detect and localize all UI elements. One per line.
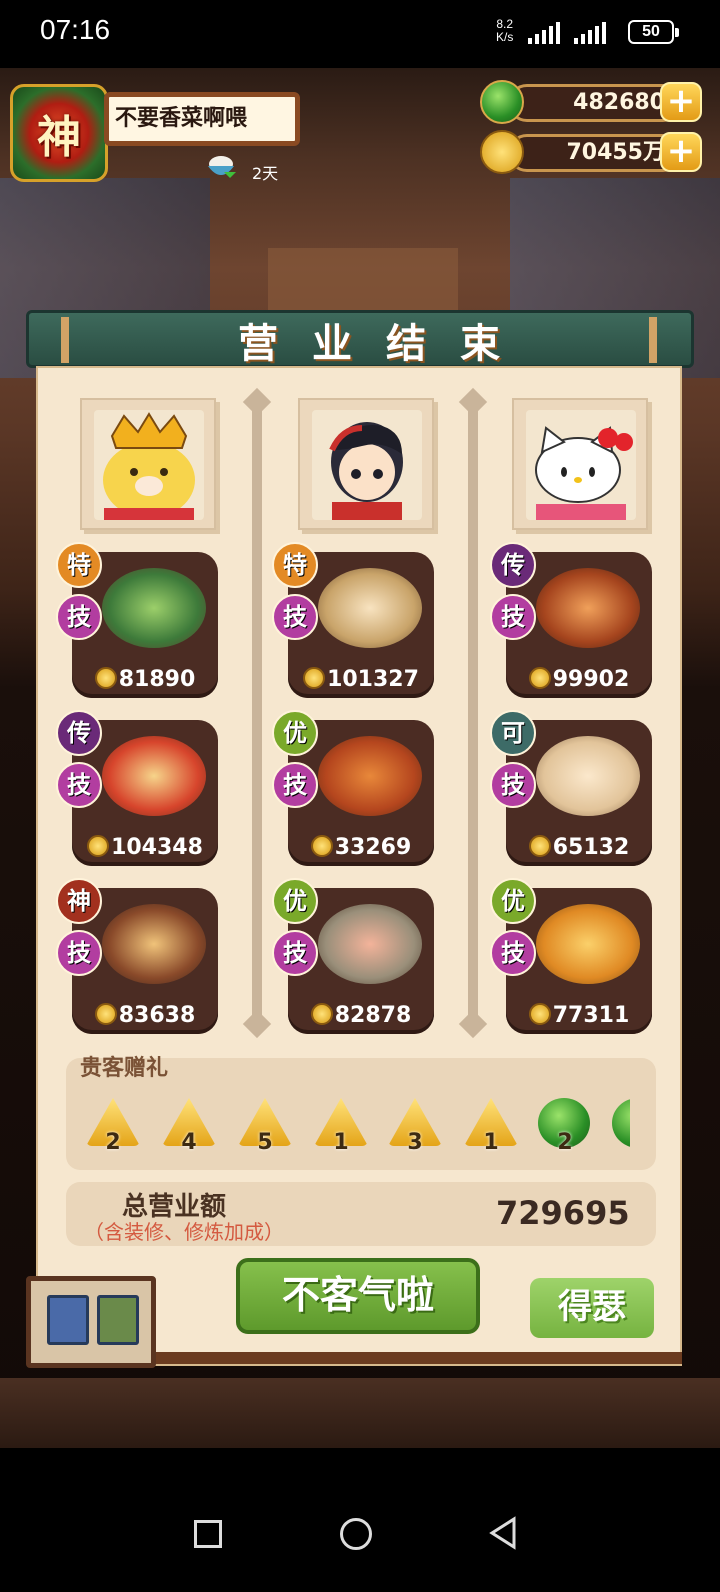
grade-badge: 优 bbox=[272, 710, 318, 756]
coin-icon bbox=[310, 1003, 333, 1025]
coin-balance: 70455万 bbox=[508, 134, 682, 172]
dish-icon bbox=[318, 736, 422, 816]
title-char-1: 营 bbox=[216, 300, 300, 380]
back-icon[interactable] bbox=[488, 1516, 518, 1550]
skill-badge: 技 bbox=[272, 762, 318, 808]
boy-chef-icon bbox=[312, 410, 422, 520]
gift-item[interactable]: 5 bbox=[236, 1098, 294, 1155]
days-counter: 2天 bbox=[252, 164, 279, 183]
dish-icon bbox=[318, 568, 422, 648]
coin-icon bbox=[528, 1003, 551, 1025]
total-value: 729695 bbox=[496, 1194, 630, 1232]
gift-item[interactable]: 3 bbox=[386, 1098, 444, 1155]
avatar-char: 神 bbox=[37, 112, 81, 163]
net-speed: 8.2 K/s bbox=[496, 18, 513, 44]
add-coin-button[interactable]: + bbox=[660, 132, 702, 172]
guest-portrait-2[interactable] bbox=[298, 398, 434, 530]
photo-frame-icon[interactable] bbox=[97, 1295, 139, 1345]
column-divider bbox=[252, 402, 262, 1024]
skill-badge: 技 bbox=[272, 594, 318, 640]
dish-price: 82878 bbox=[288, 1003, 434, 1028]
jade-icon bbox=[612, 1098, 630, 1148]
title-char-4: 束 bbox=[438, 300, 522, 380]
dish-icon bbox=[536, 568, 640, 648]
recents-button[interactable] bbox=[194, 1520, 222, 1548]
grade-badge: 传 bbox=[490, 542, 536, 588]
floor bbox=[0, 1378, 720, 1448]
grade-badge: 神 bbox=[56, 878, 102, 924]
dish-price: 33269 bbox=[288, 835, 434, 860]
skill-badge: 技 bbox=[56, 594, 102, 640]
grade-badge: 特 bbox=[272, 542, 318, 588]
dish-price: 65132 bbox=[506, 835, 652, 860]
skill-badge: 技 bbox=[272, 930, 318, 976]
gift-item[interactable]: 1 bbox=[462, 1098, 520, 1155]
add-jade-button[interactable]: + bbox=[660, 82, 702, 122]
gift-item[interactable]: 2 bbox=[84, 1098, 142, 1155]
dish-price: 81890 bbox=[72, 667, 218, 692]
battery-icon: 50 bbox=[628, 20, 679, 44]
coin-icon bbox=[94, 1003, 117, 1025]
grade-badge: 可 bbox=[490, 710, 536, 756]
dish-icon bbox=[102, 904, 206, 984]
net-speed-unit: K/s bbox=[496, 30, 514, 44]
dish-icon bbox=[102, 568, 206, 648]
coin-icon bbox=[94, 667, 117, 689]
skill-badge: 技 bbox=[490, 594, 536, 640]
dish-price: 99902 bbox=[506, 667, 652, 692]
gift-title: 贵客赠礼 bbox=[80, 1056, 169, 1081]
dish-price: 104348 bbox=[72, 835, 218, 860]
coin-icon bbox=[528, 667, 551, 689]
signal-icon bbox=[528, 22, 560, 44]
signal-icon-2 bbox=[574, 22, 606, 44]
title-char-2: 业 bbox=[290, 300, 374, 380]
clock: 07:16 bbox=[40, 14, 111, 45]
gift-item[interactable]: 2 bbox=[536, 1098, 594, 1155]
coin-icon bbox=[303, 667, 326, 689]
total-sublabel: （含装修、修炼加成） bbox=[84, 1220, 284, 1244]
skill-badge: 技 bbox=[490, 930, 536, 976]
gift-item[interactable]: 1 bbox=[312, 1098, 370, 1155]
dish-price: 101327 bbox=[288, 667, 434, 692]
skill-badge: 技 bbox=[490, 762, 536, 808]
grade-badge: 优 bbox=[490, 878, 536, 924]
coin-icon bbox=[480, 130, 524, 174]
gift-item[interactable]: 4 bbox=[160, 1098, 218, 1155]
gift-item-partial[interactable] bbox=[610, 1098, 630, 1154]
grade-badge: 传 bbox=[56, 710, 102, 756]
rice-bowl-icon bbox=[208, 156, 236, 178]
dish-icon bbox=[536, 904, 640, 984]
dish-icon bbox=[102, 736, 206, 816]
grade-badge: 特 bbox=[56, 542, 102, 588]
column-divider bbox=[468, 402, 478, 1024]
skill-badge: 技 bbox=[56, 762, 102, 808]
status-bar: 07:16 8.2 K/s 50 bbox=[0, 0, 720, 68]
dish-price: 77311 bbox=[506, 1003, 652, 1028]
title-char-3: 结 bbox=[364, 300, 448, 380]
jade-icon bbox=[480, 80, 524, 124]
coin-icon bbox=[87, 835, 110, 857]
coin-icon bbox=[528, 835, 551, 857]
dish-icon bbox=[318, 904, 422, 984]
thanks-button[interactable]: 不客气啦 bbox=[236, 1258, 480, 1334]
guest-portrait-3[interactable] bbox=[512, 398, 648, 530]
hello-kitty-icon bbox=[526, 410, 636, 520]
dish-icon bbox=[536, 736, 640, 816]
home-button[interactable] bbox=[340, 1518, 372, 1550]
show-off-button[interactable]: 得瑟 bbox=[530, 1278, 654, 1338]
jade-balance: 482680 bbox=[508, 84, 682, 122]
player-avatar[interactable]: 神 bbox=[10, 84, 108, 182]
tool-tray bbox=[26, 1276, 156, 1368]
skill-badge: 技 bbox=[56, 930, 102, 976]
player-name: 不要香菜啊喂 bbox=[104, 92, 300, 146]
guest-portrait-1[interactable] bbox=[80, 398, 216, 530]
crown-bird-icon bbox=[94, 410, 204, 520]
grade-badge: 优 bbox=[272, 878, 318, 924]
coin-icon bbox=[310, 835, 333, 857]
photo-frame-icon[interactable] bbox=[47, 1295, 89, 1345]
dish-price: 83638 bbox=[72, 1003, 218, 1028]
game-screen: 07:16 8.2 K/s 50 神 不要香菜啊喂 2天 482680 + 70… bbox=[0, 0, 720, 1592]
